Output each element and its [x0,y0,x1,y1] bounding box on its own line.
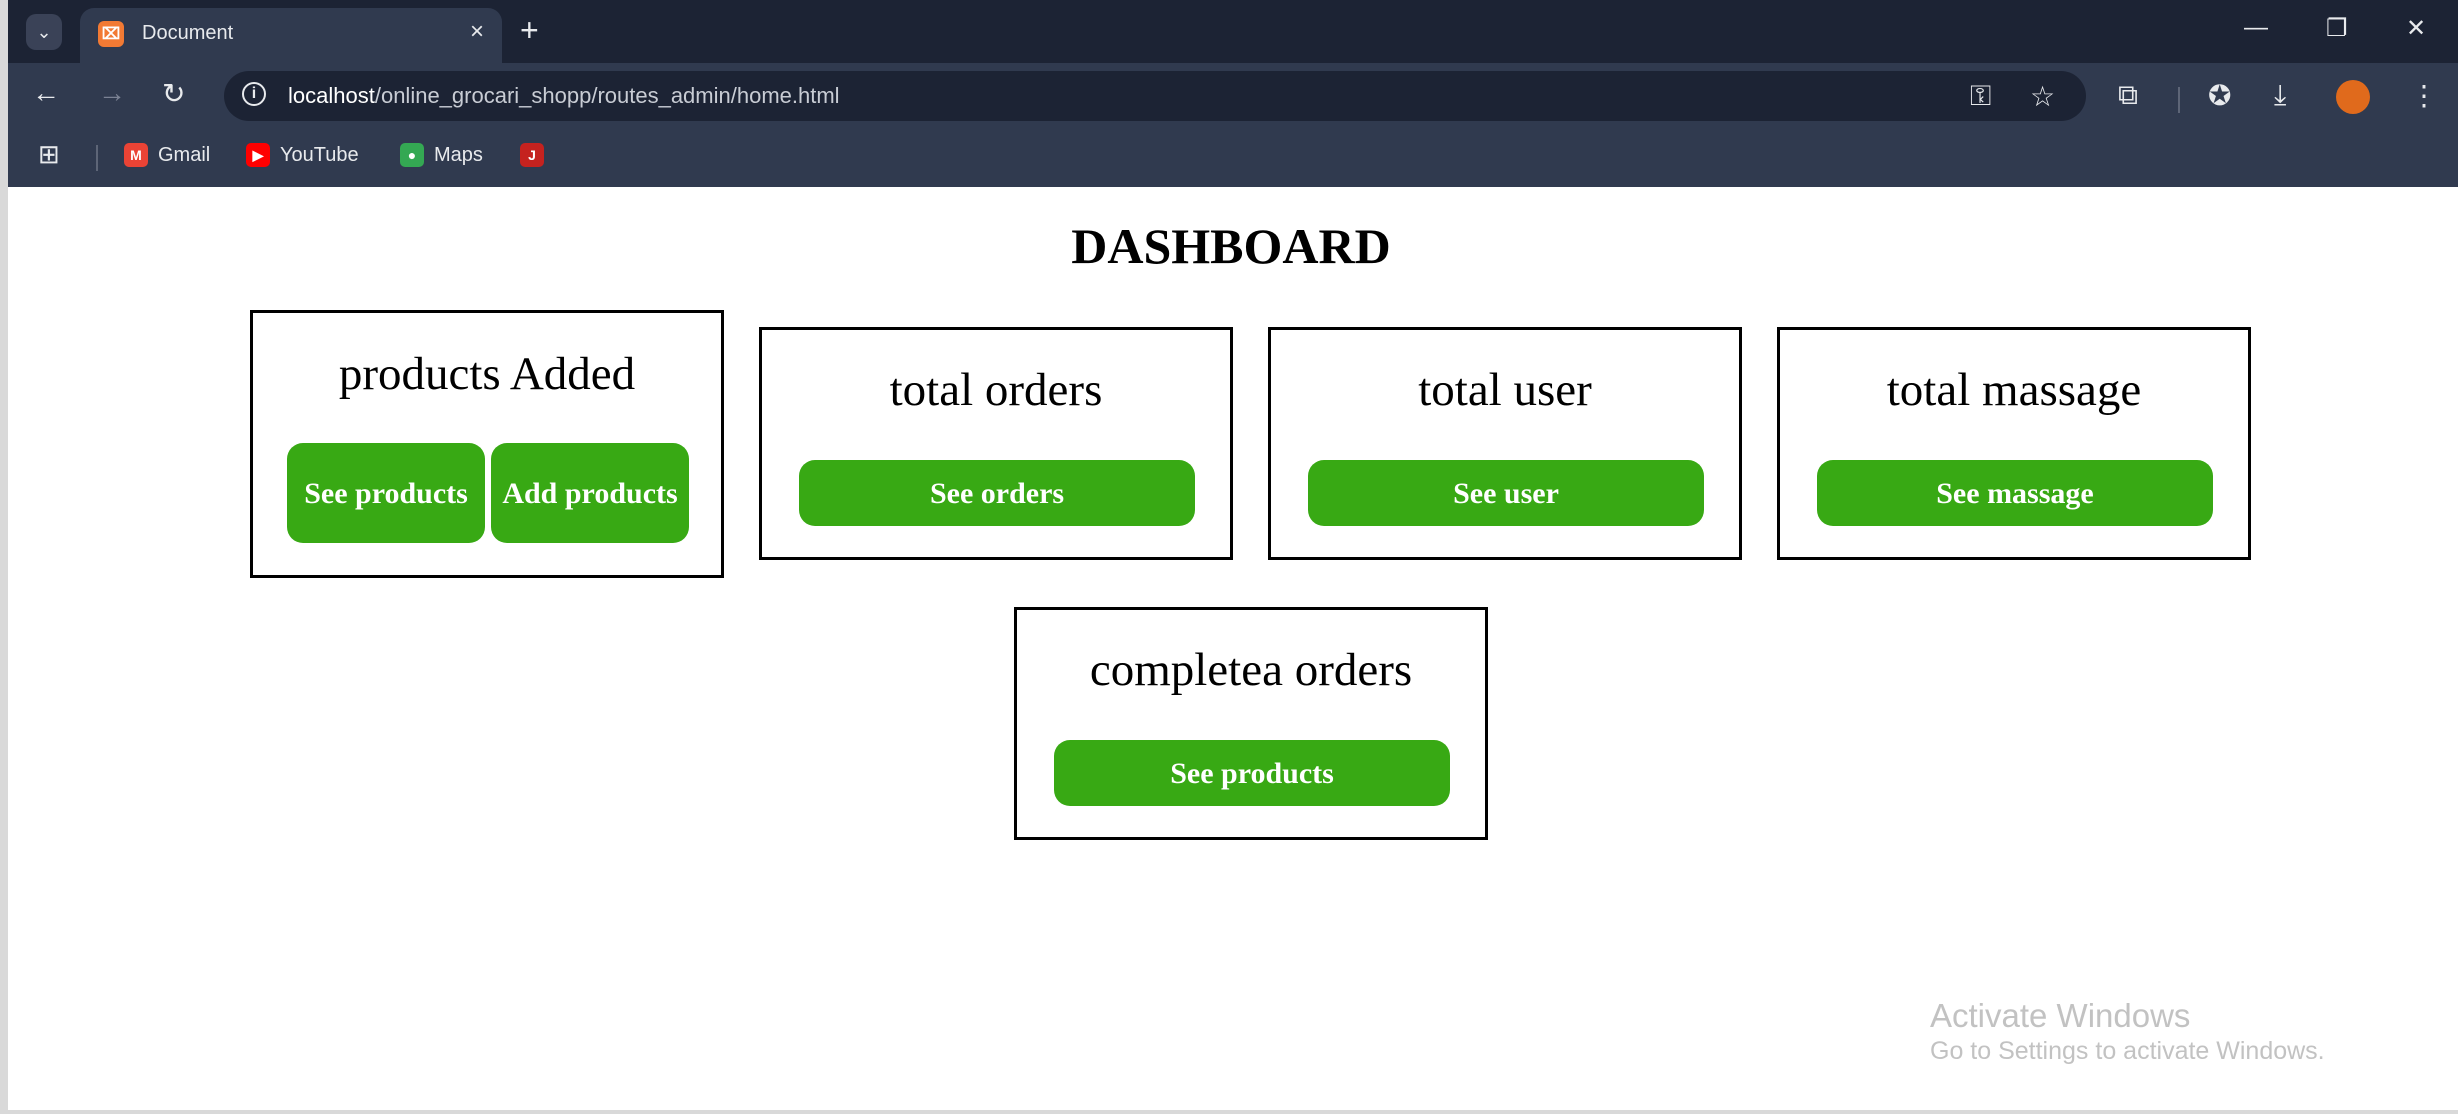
card-total-orders: total orders See orders [759,327,1233,560]
card-products-added: products Added See products Add products [250,310,724,578]
bookmark-label: Maps [434,143,483,166]
profile-avatar[interactable] [2336,80,2370,114]
browser-window: ⌄ ⌧ Document × + — ❐ ✕ ← → ↻ i localhost… [8,0,2458,1110]
address-bar[interactable]: i localhost/online_grocari_shopp/routes_… [224,71,2086,121]
minimize-icon[interactable]: — [2244,14,2268,42]
close-tab-icon[interactable]: × [470,18,484,46]
bookmark-j[interactable]: J [520,143,544,167]
url-host: localhost [288,83,375,108]
see-orders-button[interactable]: See orders [799,460,1195,526]
site-info-icon[interactable]: i [242,82,266,106]
bookmark-label: Gmail [158,143,211,166]
close-window-icon[interactable]: ✕ [2406,14,2426,43]
xampp-favicon-icon: ⌧ [98,21,124,47]
windows-watermark-subtitle: Go to Settings to activate Windows. [1930,1037,2325,1065]
gmail-icon: M [124,143,148,167]
bookmarks-bar: ⊞ M Gmail ▶ YouTube ● Maps J [8,129,2458,187]
card-title: total massage [1886,364,2142,416]
forward-icon[interactable]: → [98,77,126,109]
card-title: completea orders [1089,644,1413,696]
new-tab-icon[interactable]: + [520,12,539,49]
toolbar-separator [2178,87,2180,113]
title-bar: ⌄ ⌧ Document × + — ❐ ✕ [8,0,2458,63]
see-user-button[interactable]: See user [1308,460,1704,526]
tab-document[interactable]: ⌧ Document × [80,8,502,63]
page-content: DASHBOARD products Added See products Ad… [8,187,2458,1110]
assistant-icon[interactable]: ✪ [2208,79,2231,112]
url-path: /online_grocari_shopp/routes_admin/home.… [374,83,840,108]
youtube-icon: ▶ [246,143,270,167]
card-title: products Added [338,348,636,400]
card-title: total user [1418,364,1592,416]
download-icon[interactable]: ⤓ [2274,79,2286,112]
reload-icon[interactable]: ↻ [162,77,185,110]
key-icon[interactable]: ⚿ [1970,80,1991,113]
bookmark-gmail[interactable]: M Gmail [124,143,210,167]
see-massage-button[interactable]: See massage [1817,460,2213,526]
extensions-icon[interactable]: ⧉ [2118,79,2138,112]
add-products-button[interactable]: Add products [491,443,689,543]
tab-title: Document [142,22,234,44]
star-icon[interactable]: ☆ [2030,80,2055,113]
url-text[interactable]: localhost/online_grocari_shopp/routes_ad… [288,83,840,109]
card-completed-orders: completea orders See products [1014,607,1488,840]
page-title: DASHBOARD [1071,218,1391,274]
card-title: total orders [889,364,1103,416]
restore-icon[interactable]: ❐ [2326,14,2348,43]
maps-icon: ● [400,143,424,167]
see-products-button[interactable]: See products [1054,740,1450,806]
back-icon[interactable]: ← [32,77,60,109]
apps-icon[interactable]: ⊞ [38,139,60,170]
tab-search-icon[interactable]: ⌄ [26,14,62,50]
see-products-button[interactable]: See products [287,443,485,543]
card-total-user: total user See user [1268,327,1742,560]
bookmarks-separator [96,145,98,171]
navigation-toolbar: ← → ↻ i localhost/online_grocari_shopp/r… [8,63,2458,129]
windows-watermark-title: Activate Windows [1930,997,2191,1034]
bookmark-maps[interactable]: ● Maps [400,143,483,167]
card-total-massage: total massage See massage [1777,327,2251,560]
j-bookmark-icon: J [520,143,544,167]
menu-icon[interactable]: ⋮ [2410,79,2438,112]
bookmark-label: YouTube [280,143,359,166]
bookmark-youtube[interactable]: ▶ YouTube [246,143,359,167]
